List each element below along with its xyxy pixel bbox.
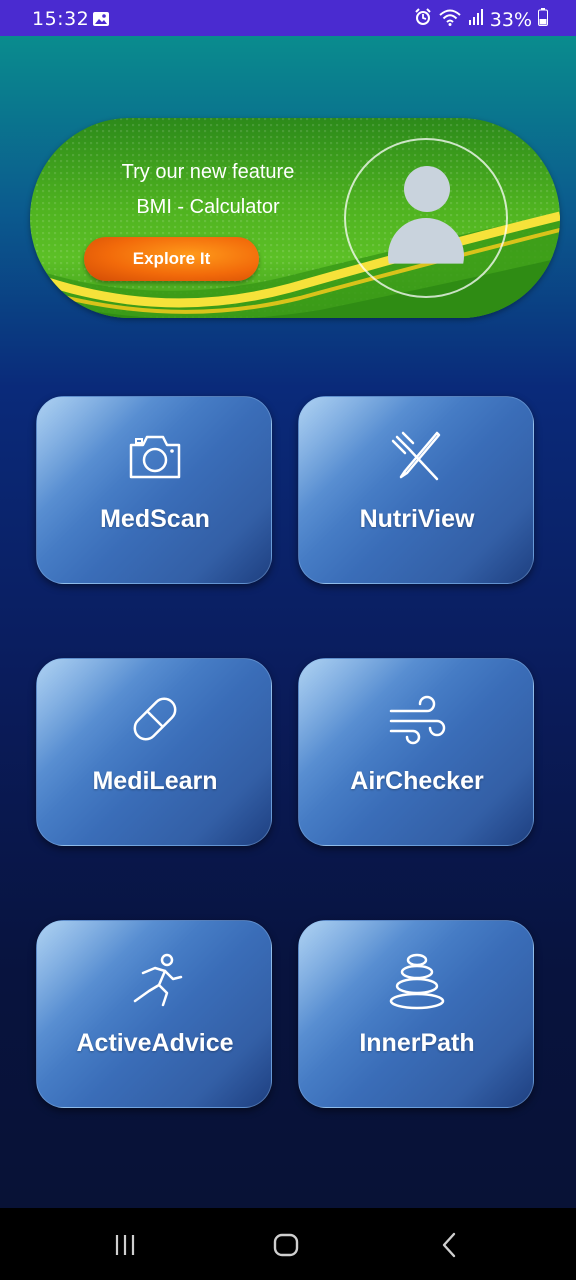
banner-tagline: Try our new feature (121, 161, 295, 183)
gallery-icon (92, 10, 110, 32)
tile-label: ActiveAdvice (76, 1029, 234, 1057)
tile-label: InnerPath (359, 1029, 475, 1057)
battery-icon (538, 8, 548, 31)
bmi-promo-banner[interactable]: Try our new feature BMI - Calculator Exp… (30, 118, 560, 318)
battery-text: 33% (489, 8, 532, 31)
tile-medscan[interactable]: MedScan (36, 396, 272, 584)
pill-icon (133, 697, 177, 741)
tile-innerpath[interactable]: InnerPath (298, 920, 534, 1108)
back-icon[interactable] (434, 1230, 464, 1260)
explore-it-button[interactable]: Explore It (84, 237, 259, 281)
system-navigation-bar (0, 1208, 576, 1280)
wifi-icon (438, 8, 462, 31)
tile-label: NutriView (359, 505, 475, 533)
running-person-icon (133, 953, 183, 1007)
alarm-icon (414, 8, 432, 31)
person-avatar-icon (404, 166, 450, 212)
tile-nutriview[interactable]: NutriView (298, 396, 534, 584)
banner-feature-name: BMI - Calculator (136, 196, 280, 218)
fork-knife-icon (391, 431, 441, 481)
wind-icon (389, 695, 446, 745)
tile-medilearn[interactable]: MediLearn (36, 658, 272, 846)
recent-apps-icon[interactable] (110, 1230, 140, 1260)
tile-label: MediLearn (92, 767, 218, 795)
status-bar: 15:32 33% (0, 0, 576, 36)
tile-activeadvice[interactable]: ActiveAdvice (36, 920, 272, 1108)
tile-label: MedScan (100, 505, 210, 533)
home-icon[interactable] (271, 1230, 301, 1260)
camera-icon (129, 435, 181, 479)
home-screen: Try our new feature BMI - Calculator Exp… (0, 36, 576, 1208)
tile-airchecker[interactable]: AirChecker (298, 658, 534, 846)
stacked-stones-icon (389, 953, 445, 1010)
tile-label: AirChecker (350, 767, 484, 795)
signal-icon (468, 8, 484, 31)
status-time: 15:32 (32, 8, 90, 30)
status-icons: 33% (414, 8, 548, 31)
